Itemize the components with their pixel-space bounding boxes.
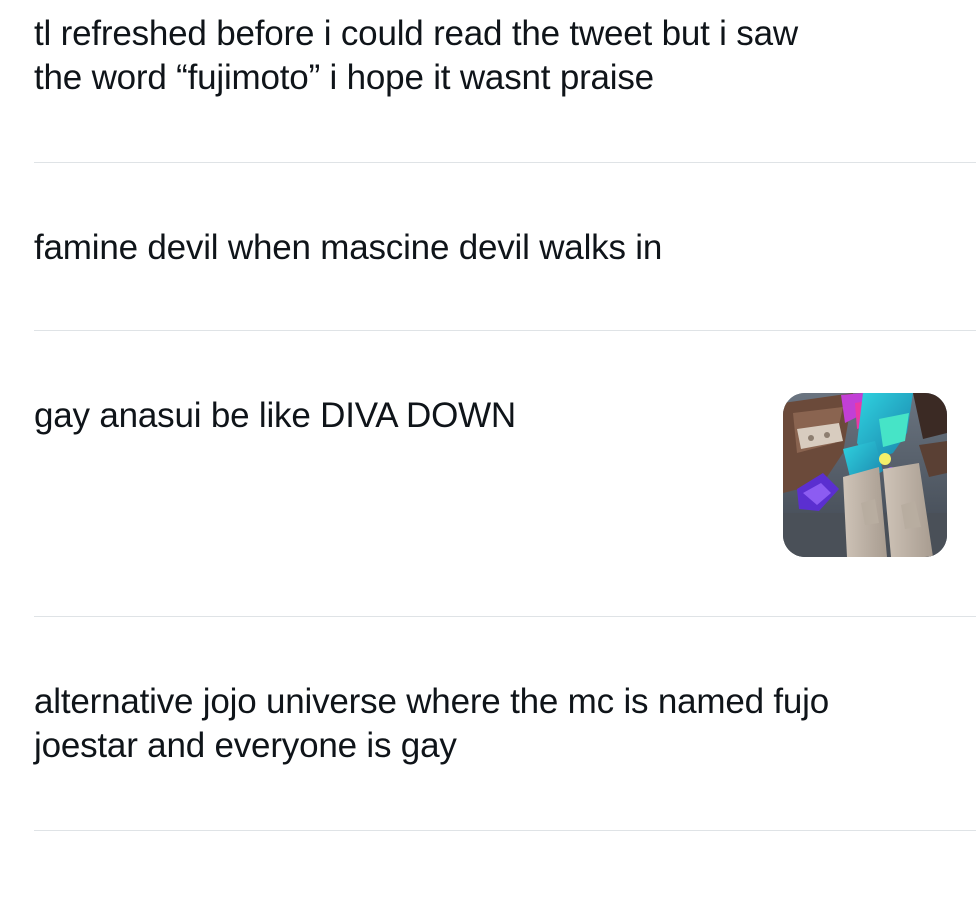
anime-character-image: [783, 393, 947, 557]
tweet-text: famine devil when mascine devil walks in: [34, 228, 663, 267]
tweet-item[interactable]: famine devil when mascine devil walks in: [0, 163, 976, 331]
tweet-item[interactable]: tl refreshed before i could read the twe…: [0, 0, 976, 164]
tweet-feed: tl refreshed before i could read the twe…: [0, 0, 976, 906]
tweet-divider: [34, 830, 976, 831]
tweet-text: tl refreshed before i could read the twe…: [34, 14, 798, 97]
tweet-text: gay anasui be like DIVA DOWN: [34, 396, 517, 435]
tweet-item[interactable]: alternative jojo universe where the mc i…: [0, 617, 976, 831]
tweet-image-thumbnail[interactable]: [783, 393, 947, 557]
tweet-text: alternative jojo universe where the mc i…: [34, 682, 830, 765]
